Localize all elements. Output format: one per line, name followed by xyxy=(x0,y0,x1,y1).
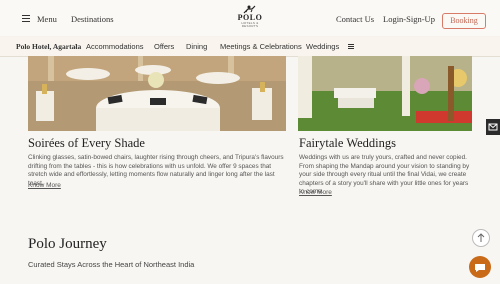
hotel-name[interactable]: Polo Hotel, Agartala xyxy=(16,42,81,51)
logo[interactable]: POLO HOTELS & RESORTS xyxy=(236,4,264,32)
more-menu-icon[interactable] xyxy=(348,44,354,50)
tab-dining[interactable]: Dining xyxy=(186,42,207,51)
contact-us-link[interactable]: Contact Us xyxy=(336,14,374,24)
chat-icon[interactable] xyxy=(469,256,491,278)
booking-button[interactable]: Booking xyxy=(442,13,486,29)
tab-weddings[interactable]: Weddings xyxy=(306,42,339,51)
menu-link[interactable]: Menu xyxy=(37,14,57,24)
destinations-link[interactable]: Destinations xyxy=(71,14,114,24)
know-more-link-soirees[interactable]: Know More xyxy=(28,182,61,189)
banquet-image xyxy=(28,56,286,131)
mail-icon[interactable] xyxy=(486,119,500,135)
wedding-lawn-image xyxy=(298,56,472,131)
section-title-polo-journey: Polo Journey xyxy=(28,236,107,252)
login-signup-link[interactable]: Login-Sign-Up xyxy=(383,14,435,24)
chevron-right-icon: › xyxy=(75,41,78,50)
section-subtitle: Curated Stays Across the Heart of Northe… xyxy=(28,260,195,269)
card-body-soirees: Clinking glasses, satin-bowed chairs, la… xyxy=(28,154,284,187)
card-title-soirees: Soirées of Every Shade xyxy=(28,136,145,150)
tab-offers[interactable]: Offers xyxy=(154,42,174,51)
tab-accommodations[interactable]: Accommodations xyxy=(86,42,144,51)
know-more-link-weddings[interactable]: Know More xyxy=(299,189,332,196)
top-header: Menu Destinations POLO HOTELS & RESORTS … xyxy=(0,0,500,37)
logo-subtext: HOTELS & RESORTS xyxy=(241,21,259,28)
tab-meetings-celebrations[interactable]: Meetings & Celebrations xyxy=(220,42,302,51)
hotel-subnav: Polo Hotel, Agartala › Accommodations Of… xyxy=(0,36,500,57)
card-title-weddings: Fairytale Weddings xyxy=(299,136,397,150)
menu-icon[interactable] xyxy=(22,15,30,22)
arrow-up-icon[interactable] xyxy=(472,229,490,247)
